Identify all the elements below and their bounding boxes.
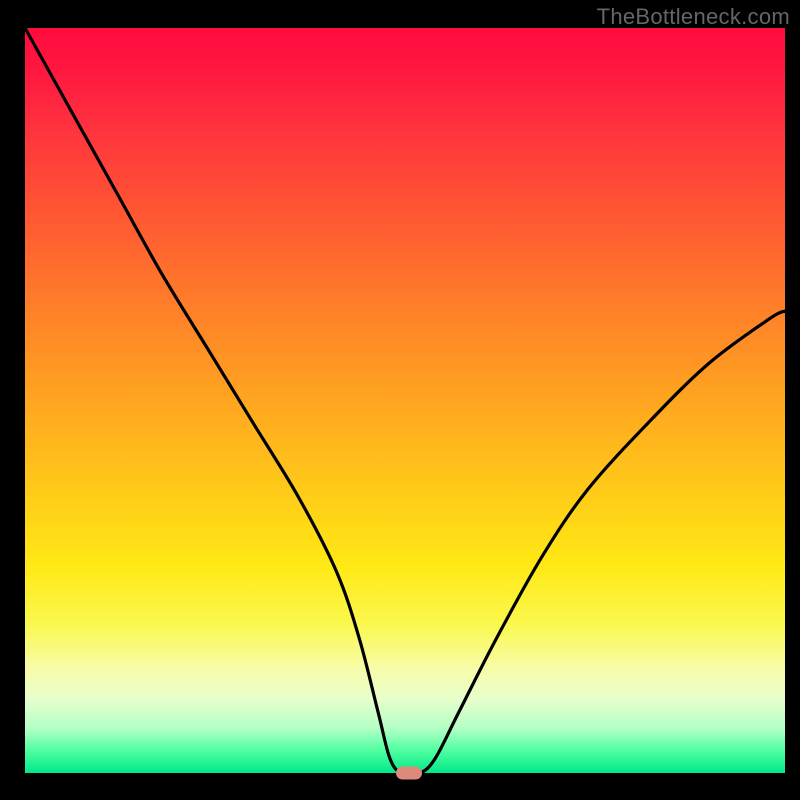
chart-canvas: TheBottleneck.com [0,0,800,800]
optimal-point-marker [396,767,422,780]
gradient-background [25,28,785,773]
watermark-text: TheBottleneck.com [597,4,790,30]
plot-area [25,28,785,773]
